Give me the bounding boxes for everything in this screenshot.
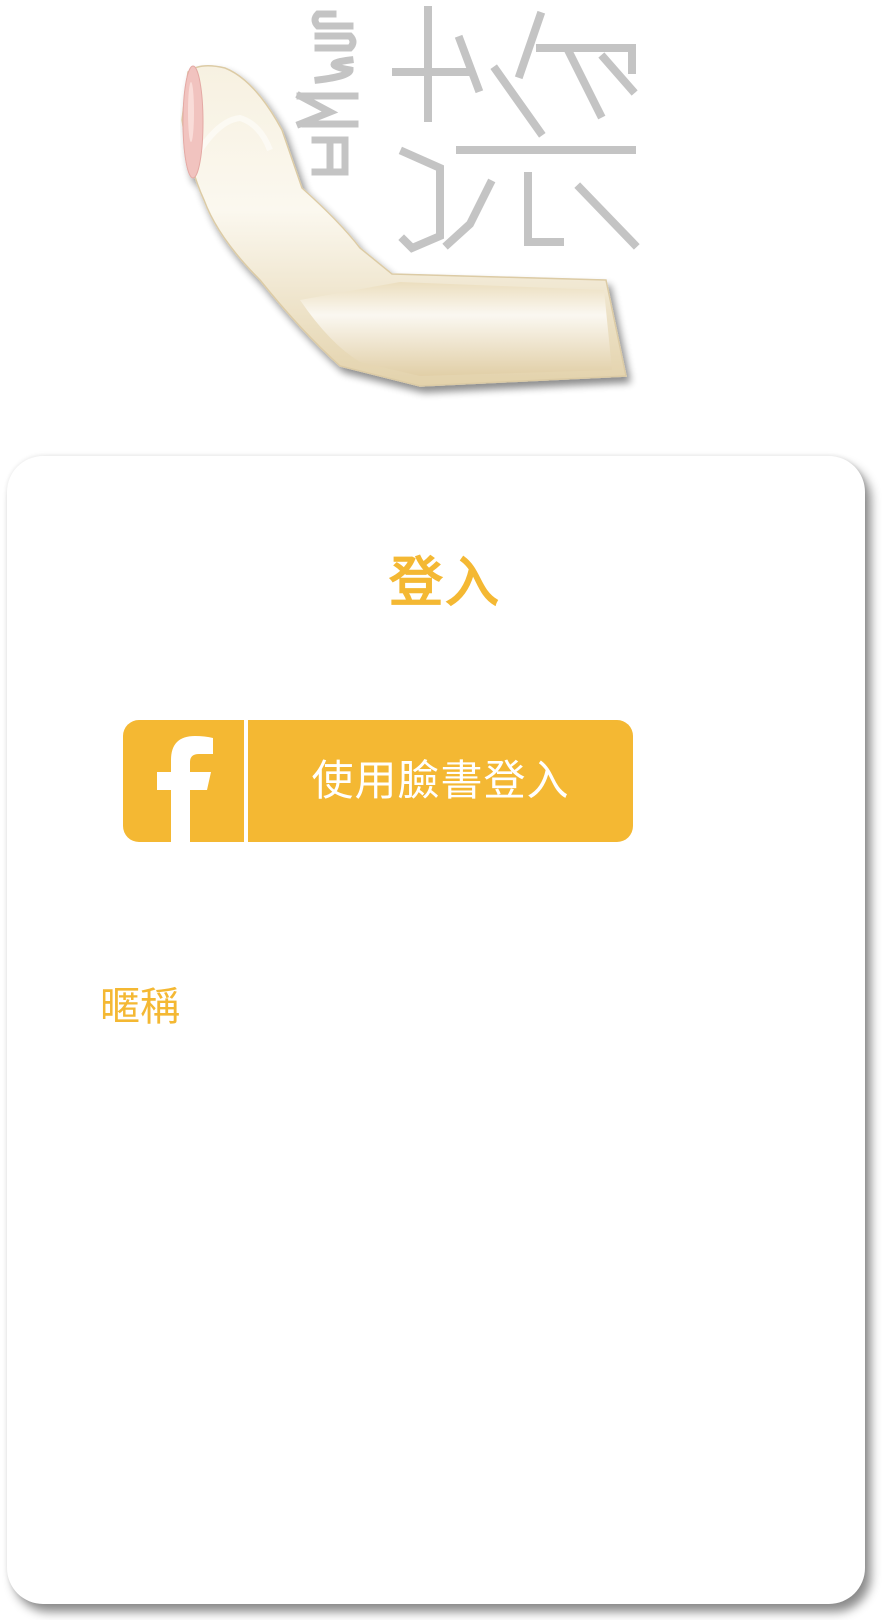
page-title: 登入 [389,551,501,614]
logo-text-kong [392,6,640,253]
logo-text-whose [295,10,359,176]
login-page: 登入 使用臉書登入 暱稱 [0,0,882,1620]
login-card: 登入 使用臉書登入 暱稱 [7,456,865,1604]
hand-logo [181,6,640,387]
facebook-icon [157,736,213,842]
hand-graphic [181,65,627,387]
facebook-login-label: 使用臉書登入 [311,756,570,805]
nickname-label: 暱稱 [100,984,180,1030]
facebook-login-button[interactable]: 使用臉書登入 [123,720,633,842]
